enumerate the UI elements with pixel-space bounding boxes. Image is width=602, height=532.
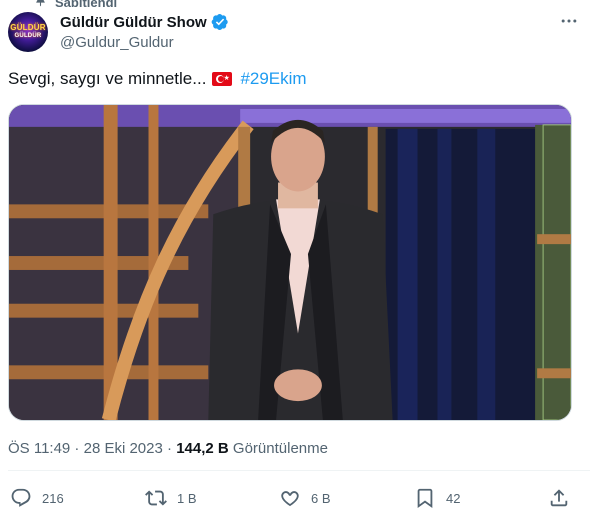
hashtag-link[interactable]: #29Ekim (240, 69, 306, 89)
share-button[interactable] (548, 487, 570, 509)
pinned-label: Sabitlendi (55, 0, 118, 10)
avatar-logo: GÜLDÜR GÜLDÜR (10, 23, 46, 39)
more-dots-icon (559, 11, 579, 36)
retweet-button[interactable]: 1 B (145, 487, 197, 509)
heart-icon (279, 487, 301, 509)
action-bar: 216 1 B 6 B 42 (8, 487, 568, 509)
divider (8, 470, 590, 471)
avatar[interactable]: GÜLDÜR GÜLDÜR (8, 12, 48, 52)
bookmark-button[interactable]: 42 (414, 487, 460, 509)
views-count: 144,2 B (176, 440, 229, 457)
bookmark-icon (414, 487, 436, 509)
share-icon (548, 487, 570, 509)
author-name-row: Güldür Güldür Show (60, 13, 229, 31)
tweet-meta: ÖS 11:49 · 28 Eki 2023 · 144,2 B Görüntü… (8, 440, 328, 457)
bookmark-count: 42 (446, 490, 461, 506)
tweet-media-image[interactable] (8, 104, 572, 421)
more-options-button[interactable] (558, 13, 580, 33)
like-button[interactable]: 6 B (279, 487, 331, 509)
tweet-time[interactable]: ÖS 11:49 (8, 440, 70, 457)
retweet-icon (145, 487, 167, 509)
retweet-count: 1 B (177, 490, 197, 506)
tweet-text: Sevgi, saygı ve minnetle... ★ #29Ekim (8, 69, 307, 89)
reply-button[interactable]: 216 (10, 487, 64, 509)
pinned-indicator: Sabitlendi (34, 0, 117, 10)
turkey-flag-icon: ★ (212, 72, 233, 86)
verified-badge-icon[interactable] (211, 13, 229, 31)
views-label: Görüntülenme (232, 440, 328, 457)
pin-icon (34, 0, 47, 10)
tweet-body: Sevgi, saygı ve minnetle... (8, 69, 207, 88)
tweet-date[interactable]: 28 Eki 2023 (84, 440, 163, 457)
author-handle[interactable]: @Guldur_Guldur (60, 34, 174, 51)
author-display-name[interactable]: Güldür Güldür Show (60, 14, 207, 31)
reply-count: 216 (42, 490, 64, 506)
like-count: 6 B (311, 490, 331, 506)
reply-icon (10, 487, 32, 509)
